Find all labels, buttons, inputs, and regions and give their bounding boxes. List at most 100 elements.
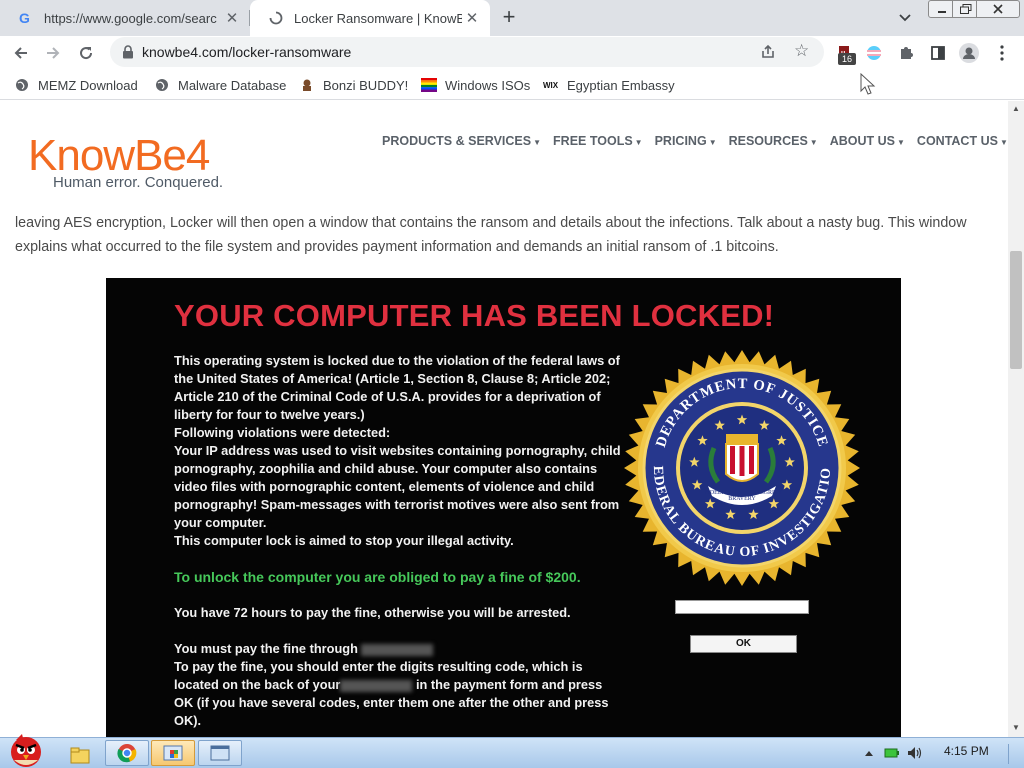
rainbow-flag-icon [421, 77, 437, 93]
knowbe4-logo[interactable]: KnowBe4 Human error. Conquered. [28, 131, 223, 192]
menu-kebab-icon[interactable] [992, 43, 1012, 63]
fbi-seal-image: DEPARTMENT OF JUSTICE FEDERAL BUREAU OF … [622, 348, 860, 586]
bonzi-icon [299, 77, 315, 93]
nav-free-tools[interactable]: FREE TOOLS ▼ [553, 134, 643, 148]
lock-icon[interactable] [122, 45, 134, 64]
tab-knowbe4-active[interactable]: Locker Ransomware | KnowBe ✕ [250, 0, 490, 36]
ransom-screenshot-image: YOUR COMPUTER HAS BEEN LOCKED! This oper… [106, 278, 901, 737]
windows-app-icon [163, 745, 183, 761]
caret-down-icon: ▼ [533, 138, 542, 147]
text-span: 72 hours [233, 605, 287, 620]
window-icon [210, 745, 230, 761]
close-icon[interactable]: ✕ [222, 8, 242, 28]
nav-resources[interactable]: RESOURCES ▼ [729, 134, 818, 148]
reload-icon [80, 47, 93, 60]
ransom-paragraph: To pay the fine, you should enter the di… [174, 658, 624, 730]
reload-button[interactable] [73, 40, 99, 66]
page-scrollbar[interactable]: ▲ ▼ [1008, 101, 1024, 737]
ransom-paragraph: You must pay the fine through [174, 640, 624, 658]
bookmark-label: Malware Database [178, 77, 287, 93]
chrome-icon [117, 744, 137, 763]
nav-label: FREE TOOLS [553, 134, 633, 148]
tray-expand-icon[interactable] [861, 745, 877, 761]
logo-wordmark: KnowBe4 [28, 131, 210, 180]
bookmark-malware-database[interactable]: Malware Database [154, 76, 286, 94]
new-tab-button[interactable]: + [498, 6, 520, 29]
forward-button[interactable] [40, 40, 66, 66]
globe-icon [154, 77, 170, 93]
extensions-puzzle-icon[interactable] [896, 43, 916, 63]
nav-label: PRICING [654, 134, 707, 148]
volume-icon[interactable] [907, 745, 923, 761]
ransom-payment-instructions: You must pay the fine through To pay the… [174, 640, 624, 730]
blurred-text [340, 679, 413, 692]
ransom-deadline-line: You have 72 hours to pay the fine, other… [174, 604, 571, 622]
taskbar-clock[interactable]: 4:15 PM [944, 744, 989, 758]
tab-title: Locker Ransomware | KnowBe [294, 10, 462, 26]
tab-search-button[interactable] [895, 9, 915, 27]
ransom-paragraph: Your IP address was used to visit websit… [174, 443, 621, 530]
site-navigation: PRODUCTS & SERVICES ▼ FREE TOOLS ▼ PRICING… [382, 134, 1008, 148]
bookmark-label: Bonzi BUDDY! [323, 77, 409, 93]
nav-label: CONTACT US [916, 134, 998, 148]
globe-icon [14, 77, 30, 93]
back-button[interactable] [8, 40, 34, 66]
svg-text:BRAVERY: BRAVERY [728, 496, 756, 502]
tab-strip: G https://www.google.com/searc ✕ Locker … [0, 0, 1024, 36]
web-page: KnowBe4 Human error. Conquered. PRODUCTS… [0, 101, 1008, 737]
nav-pricing[interactable]: PRICING ▼ [655, 134, 717, 148]
text-span: You must pay the fine through [174, 641, 358, 656]
nav-label: ABOUT US [829, 134, 895, 148]
share-icon[interactable] [760, 44, 776, 65]
ransom-title: YOUR COMPUTER HAS BEEN LOCKED! [174, 298, 775, 333]
scroll-up-arrow-icon[interactable]: ▲ [1011, 104, 1021, 114]
bookmark-label: Windows ISOs [445, 77, 531, 93]
caret-down-icon: ▼ [809, 138, 818, 147]
bookmark-bonzi-buddy[interactable]: Bonzi BUDDY! [299, 76, 408, 94]
battery-icon[interactable] [884, 745, 900, 761]
show-desktop-button[interactable] [1008, 744, 1020, 764]
text-span: You have [174, 605, 234, 620]
wix-icon: WIX [543, 77, 559, 93]
profile-avatar-icon[interactable] [959, 43, 979, 63]
nav-contact-us[interactable]: CONTACT US ▼ [917, 134, 1008, 148]
bookmark-label: MEMZ Download [38, 77, 138, 93]
show-desktop-folder-icon[interactable] [60, 742, 100, 768]
browser-toolbar: knowbe4.com/locker-ransomware ☆ u [0, 36, 1024, 69]
extension-count-badge: 16 [838, 53, 856, 65]
ransom-paragraph: This computer lock is aimed to stop your… [174, 533, 514, 548]
address-bar[interactable]: knowbe4.com/locker-ransomware ☆ [110, 37, 824, 67]
bookmark-star-icon[interactable]: ☆ [794, 42, 809, 60]
close-icon[interactable]: ✕ [462, 8, 482, 28]
svg-text:G: G [19, 10, 30, 26]
side-panel-icon[interactable] [928, 43, 948, 63]
ransom-fine-line: To unlock the computer you are obliged t… [174, 569, 581, 585]
taskbar-chrome-button[interactable] [105, 740, 149, 766]
tab-google-search[interactable]: G https://www.google.com/searc ✕ [0, 0, 250, 36]
ransom-paragraph: Following violations were detected: [174, 425, 391, 440]
taskbar-app-button-active[interactable] [151, 740, 195, 766]
start-button-angry-bird-icon[interactable] [2, 730, 50, 768]
text-span: arrested [516, 605, 568, 620]
nav-products-services[interactable]: PRODUCTS & SERVICES ▼ [382, 134, 541, 148]
nav-label: RESOURCES [728, 134, 808, 148]
ransom-code-input [675, 600, 809, 614]
svg-text:WIX: WIX [543, 81, 559, 90]
blurred-text [361, 643, 434, 656]
scrollbar-thumb[interactable] [1010, 251, 1022, 369]
bookmark-egyptian-embassy[interactable]: WIX Egyptian Embassy [543, 76, 675, 94]
taskbar-window-button[interactable] [198, 740, 242, 766]
bookmark-windows-isos[interactable]: Windows ISOs [421, 76, 530, 94]
url-text[interactable]: knowbe4.com/locker-ransomware [142, 44, 351, 60]
scroll-down-arrow-icon[interactable]: ▼ [1011, 723, 1021, 733]
bookmark-memz[interactable]: MEMZ Download [14, 76, 138, 94]
flag-extension-icon[interactable] [864, 43, 884, 63]
google-favicon: G [18, 10, 34, 26]
logo-tagline: Human error. Conquered. [53, 174, 224, 191]
text-span: to pay the fine, otherwise you will be [286, 605, 517, 620]
bookmark-label: Egyptian Embassy [567, 77, 675, 93]
close-window-button[interactable] [976, 0, 1020, 18]
nav-about-us[interactable]: ABOUT US ▼ [830, 134, 905, 148]
ransom-ok-button: OK [690, 635, 797, 653]
caret-down-icon: ▼ [999, 138, 1008, 147]
